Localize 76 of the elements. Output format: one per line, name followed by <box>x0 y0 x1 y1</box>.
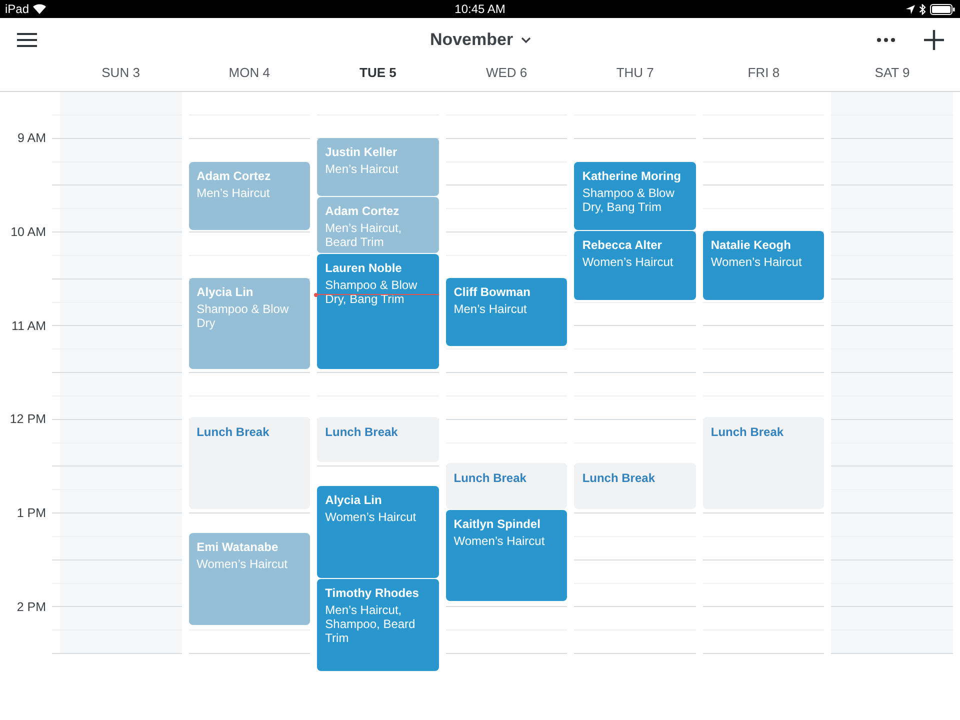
break-label: Lunch Break <box>710 424 785 440</box>
service-name: Women’s Haircut <box>454 534 546 548</box>
break-label: Lunch Break <box>582 470 656 486</box>
time-label: 2 PM <box>16 600 46 615</box>
more-icon <box>877 38 896 42</box>
client-name: Katherine Moring <box>582 168 682 184</box>
client-name: Kaitlyn Spindel <box>454 516 542 532</box>
day-label: MON 4 <box>228 65 270 81</box>
break-block[interactable]: Lunch Break <box>188 416 310 509</box>
chevron-down-icon <box>521 37 532 43</box>
service-name: Women’s Haircut <box>325 510 418 524</box>
wifi-icon <box>33 4 46 14</box>
appointment-card[interactable]: Cliff Bowman Men’s Haircut <box>446 278 568 346</box>
menu-button[interactable] <box>17 33 37 47</box>
appointment-card[interactable]: Lauren Noble Shampoo & Blow Dry, Bang Trim <box>317 254 439 370</box>
day-label: SAT 9 <box>874 65 910 81</box>
service-name: Shampoo & Blow Dry <box>196 302 290 330</box>
day-label: WED 6 <box>486 65 528 81</box>
location-arrow-icon <box>906 4 916 14</box>
appointment-card[interactable]: Adam Cortez Men’s Haircut <box>188 162 310 230</box>
client-name: Timothy Rhodes <box>325 586 420 602</box>
service-name: Men’s Haircut <box>196 186 271 200</box>
appointment-card[interactable]: Rebecca Alter Women’s Haircut <box>574 231 696 300</box>
appointment-card[interactable]: Katherine Moring Shampoo & Blow Dry, Bang Trim <box>574 162 696 230</box>
break-label: Lunch Break <box>196 424 270 440</box>
client-name: Cliff Bowman <box>454 284 532 300</box>
break-block[interactable]: Lunch Break <box>574 463 696 509</box>
service-name: Men’s Haircut, Shampoo, Beard Trim <box>325 603 416 646</box>
client-name: Emi Watanabe <box>196 540 280 555</box>
appointment-card[interactable]: Natalie Keogh Women’s Haircut <box>702 231 824 300</box>
appointment-card[interactable]: Alycia Lin Women’s Haircut <box>317 486 439 578</box>
client-name: Natalie Keogh <box>710 238 792 254</box>
time-label: 10 AM <box>10 224 46 240</box>
client-name: Alycia Lin <box>196 284 254 300</box>
day-label: FRI 8 <box>748 65 780 81</box>
bluetooth-icon <box>919 4 926 14</box>
day-label: TUE 5 <box>360 65 396 81</box>
service-name: Women’s Haircut <box>582 255 674 270</box>
day-label: SUN 3 <box>102 65 140 81</box>
break-label: Lunch Break <box>454 470 528 486</box>
service-name: Men’s Haircut <box>325 162 400 176</box>
service-name: Men’s Haircut, Beard Trim <box>325 221 403 250</box>
break-label: Lunch Break <box>325 424 399 440</box>
appointment-card[interactable]: Justin Keller Men’s Haircut <box>317 138 439 196</box>
service-name: Women’s Haircut <box>710 255 803 270</box>
break-block[interactable]: Lunch Break <box>702 416 824 509</box>
client-name: Lauren Noble <box>325 261 403 276</box>
time-label: 1 PM <box>16 506 46 521</box>
client-name: Adam Cortez <box>325 204 400 220</box>
battery-icon <box>930 4 956 14</box>
time-label: 11 AM <box>11 318 46 334</box>
break-block[interactable]: Lunch Break <box>317 416 439 462</box>
device-name: iPad <box>5 2 30 16</box>
add-button[interactable] <box>924 30 944 50</box>
appointment-card[interactable]: Adam Cortez Men’s Haircut, Beard Trim <box>317 197 439 254</box>
appointment-card[interactable]: Kaitlyn Spindel Women’s Haircut <box>446 510 568 602</box>
service-name: Women’s Haircut <box>196 556 288 571</box>
service-name: Shampoo & Blow Dry, Bang Trim <box>325 278 418 306</box>
service-name: Men’s Haircut <box>454 302 528 316</box>
service-name: Shampoo & Blow Dry, Bang Trim <box>582 186 676 214</box>
client-name: Rebecca Alter <box>582 238 663 254</box>
day-label: THU 7 <box>616 65 654 81</box>
more-button[interactable] <box>877 38 896 42</box>
time-label: 9 AM <box>18 131 46 146</box>
month-selector[interactable]: November <box>430 30 532 50</box>
appointment-card[interactable]: Emi Watanabe Women’s Haircut <box>188 532 310 625</box>
appointment-card[interactable]: Timothy Rhodes Men’s Haircut, Shampoo, Beard Trim <box>317 579 439 672</box>
client-name: Alycia Lin <box>325 493 383 508</box>
client-name: Adam Cortez <box>196 168 272 184</box>
menu-icon <box>17 33 37 47</box>
client-name: Justin Keller <box>325 145 398 160</box>
appointment-card[interactable]: Alycia Lin Shampoo & Blow Dry <box>188 278 310 370</box>
status-clock: 10:45 AM <box>454 2 506 16</box>
break-block[interactable]: Lunch Break <box>446 463 568 509</box>
time-label: 12 PM <box>10 412 46 428</box>
plus-icon <box>924 30 944 50</box>
